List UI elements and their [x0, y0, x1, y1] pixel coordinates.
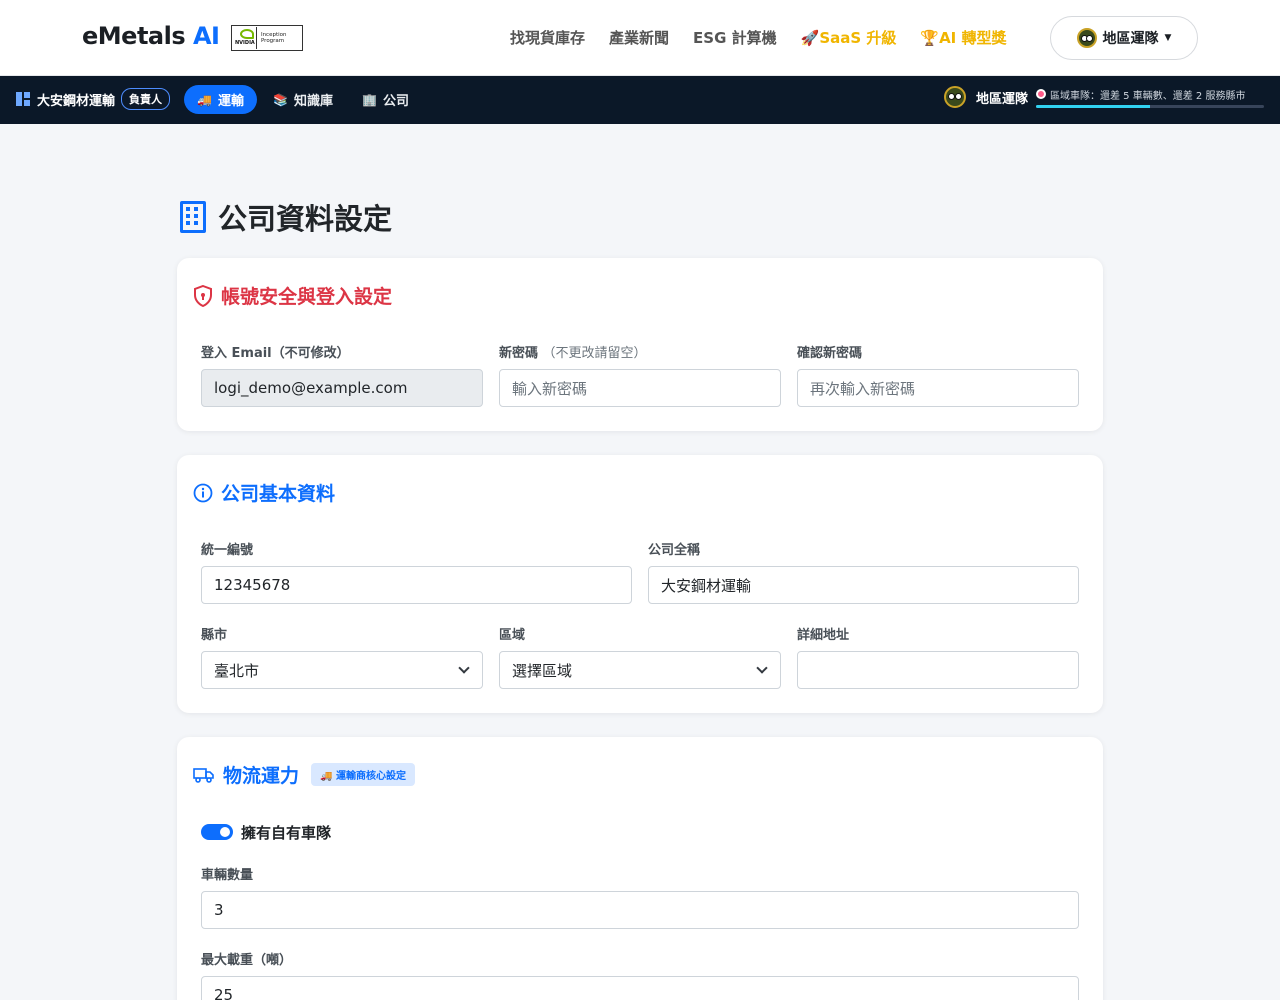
- max-load-label: 最大載重（噸）: [201, 953, 293, 968]
- building-icon: [180, 201, 206, 233]
- security-card-title: 帳號安全與登入設定: [193, 282, 392, 309]
- email-label: 登入 Email（不可修改）: [201, 346, 350, 361]
- nav-link-stock[interactable]: 找現貨庫存: [510, 27, 585, 48]
- sub-navbar: 大安鋼材運輸 負責人 🚚 運輸 📚 知識庫 🏢 公司 地區運隊 區域車隊：還差 5 車…: [0, 76, 1280, 124]
- confirm-password-field[interactable]: 再次輸入新密碼: [797, 369, 1079, 407]
- new-password-field[interactable]: 輸入新密碼: [499, 369, 781, 407]
- books-icon: 📚: [273, 92, 288, 107]
- own-fleet-label: 擁有自有車隊: [241, 824, 332, 842]
- chevron-down-icon: [756, 662, 768, 674]
- address-field[interactable]: [797, 651, 1079, 689]
- top-navbar: eMetals AI NVIDIA Inception Program 找現貨庫…: [0, 0, 1280, 76]
- county-select[interactable]: 臺北市: [201, 651, 483, 689]
- progress-fill: [1036, 104, 1150, 108]
- trophy-icon: 🏆: [920, 29, 940, 47]
- nav-link-news[interactable]: 產業新聞: [609, 27, 669, 48]
- district-label: 區域: [499, 628, 526, 643]
- confirm-password-label: 確認新密碼: [797, 346, 863, 361]
- dashboard-grid-icon: [16, 92, 30, 106]
- logistics-card: 物流運力 🚚 運輸商核心設定: [177, 737, 1103, 1000]
- rocket-icon: 🚀: [800, 29, 820, 47]
- page-title: 公司資料設定: [180, 196, 392, 238]
- vehicles-label: 車輛數量: [201, 868, 254, 883]
- company-name-field[interactable]: 大安鋼材運輸: [648, 566, 1079, 604]
- chevron-down-icon: [458, 662, 470, 674]
- brand-logo[interactable]: eMetals AI: [82, 22, 220, 50]
- tax-id-label: 統一編號: [201, 543, 254, 558]
- tab-knowledge[interactable]: 📚 知識庫: [260, 85, 346, 114]
- core-setting-chip: 🚚 運輸商核心設定: [311, 763, 415, 786]
- own-fleet-toggle[interactable]: [201, 824, 233, 840]
- nav-link-award[interactable]: 🏆AI 轉型獎: [920, 27, 1006, 48]
- target-icon: [1036, 89, 1046, 99]
- tax-id-field[interactable]: 12345678: [201, 566, 632, 604]
- team-owl-icon: [943, 86, 966, 108]
- nvidia-logo-icon: NVIDIA: [234, 27, 257, 49]
- fleet-progress: 區域車隊：還差 5 車輛數、還差 2 服務縣市: [1036, 87, 1264, 108]
- password-label: 新密碼 （不更改請留空）: [499, 346, 647, 361]
- vehicles-field[interactable]: 3: [201, 891, 1079, 929]
- tab-company[interactable]: 🏢 公司: [349, 85, 422, 114]
- truck-icon: 🚚: [197, 92, 212, 107]
- truck-outline-icon: [193, 767, 214, 783]
- logistics-card-title: 物流運力 🚚 運輸商核心設定: [193, 761, 415, 788]
- max-load-field[interactable]: 25: [201, 976, 1079, 1000]
- team-name[interactable]: 地區運隊: [976, 88, 1028, 107]
- email-field: logi_demo@example.com: [201, 369, 483, 407]
- security-card: 帳號安全與登入設定 登入 Email（不可修改） logi_demo@examp…: [177, 258, 1103, 431]
- role-badge: 負責人: [121, 88, 171, 110]
- owl-avatar-icon: [1076, 28, 1097, 48]
- caret-down-icon: ▼: [1164, 33, 1172, 43]
- company-name-label: 公司全稱: [648, 543, 701, 558]
- address-label: 詳細地址: [797, 628, 850, 643]
- district-select[interactable]: 選擇區域: [499, 651, 781, 689]
- info-icon: [193, 483, 213, 502]
- county-label: 縣市: [201, 628, 228, 643]
- company-name[interactable]: 大安鋼材運輸: [37, 90, 115, 109]
- tab-transport[interactable]: 🚚 運輸: [184, 85, 257, 114]
- nav-link-saas[interactable]: 🚀SaaS 升級: [801, 27, 897, 48]
- shield-icon: [194, 284, 212, 307]
- basic-info-card: 公司基本資料 統一編號 12345678 公司全稱 大安鋼材運輸 縣市 臺北市 …: [177, 455, 1103, 713]
- building-icon: 🏢: [362, 92, 377, 107]
- region-team-dropdown[interactable]: 地區運隊 ▼: [1050, 16, 1198, 60]
- basic-info-card-title: 公司基本資料: [193, 479, 335, 506]
- nav-link-esg[interactable]: ESG 計算機: [693, 27, 777, 48]
- nvidia-inception-badge: NVIDIA Inception Program: [231, 25, 303, 51]
